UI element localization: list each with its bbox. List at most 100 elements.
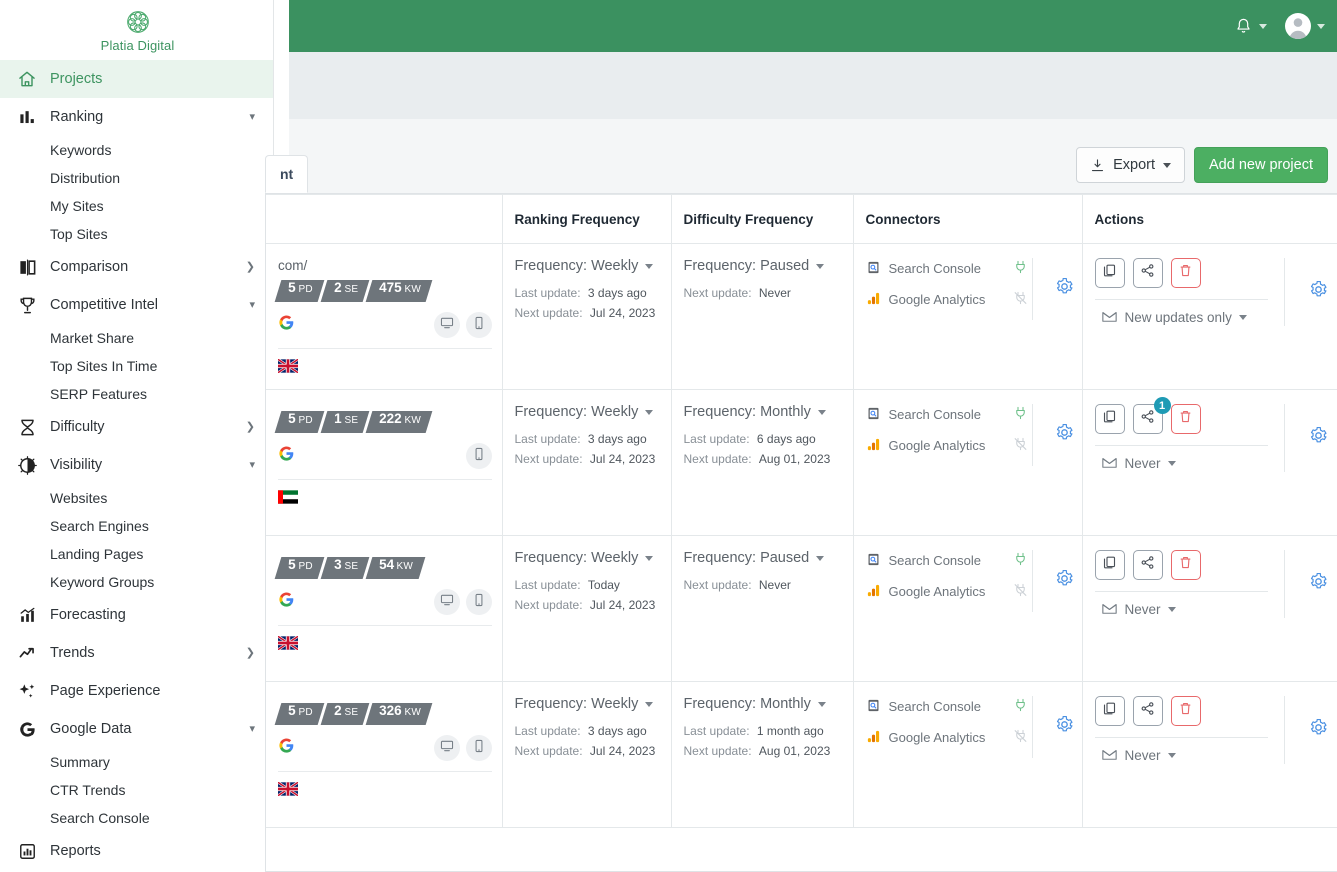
tab-project-management[interactable]: nt	[265, 155, 309, 193]
difficulty-frequency-dropdown[interactable]: Frequency: Monthly	[684, 404, 843, 420]
sidebar-subitem-keywords[interactable]: Keywords	[0, 136, 273, 164]
device-toggle-mobile[interactable]	[465, 443, 492, 469]
project-settings-button[interactable]	[1284, 258, 1328, 326]
sidebar-subitem-top-sites[interactable]: Top Sites	[0, 220, 273, 248]
plug-connected-icon[interactable]	[1013, 696, 1028, 717]
duplicate-project-button[interactable]	[1094, 258, 1125, 288]
app-logo[interactable]: Platia Digital	[0, 0, 273, 60]
connector-row[interactable]: Search Console	[866, 550, 1028, 571]
ranking-frequency-dropdown[interactable]: Frequency: Weekly	[515, 550, 661, 566]
device-toggle-mobile[interactable]	[465, 589, 492, 615]
connectors-settings-button[interactable]	[1031, 550, 1074, 612]
chevron-down-icon	[645, 555, 654, 561]
plug-connected-icon[interactable]	[1013, 550, 1028, 571]
device-toggle-desktop[interactable]	[433, 589, 460, 615]
device-toggle-desktop[interactable]	[433, 312, 460, 338]
notification-dropdown[interactable]: New updates only	[1095, 309, 1279, 326]
connectors-settings-button[interactable]	[1031, 258, 1074, 320]
device-toggle-mobile[interactable]	[465, 735, 492, 761]
sidebar-item-trends[interactable]: Trends ❯	[0, 634, 273, 672]
share-project-button[interactable]	[1132, 696, 1163, 726]
notifications-button[interactable]	[1234, 17, 1267, 36]
ranking-frequency-dropdown[interactable]: Frequency: Weekly	[515, 258, 661, 274]
sidebar-item-competitive-intel[interactable]: Competitive Intel ▾	[0, 286, 273, 324]
plug-disconnected-icon[interactable]	[1013, 435, 1028, 456]
actions-left: 1 Never	[1094, 397, 1279, 472]
sidebar-subitem-my-sites[interactable]: My Sites	[0, 192, 273, 220]
sidebar-subitem-summary[interactable]: Summary	[0, 748, 273, 776]
user-menu-button[interactable]	[1269, 13, 1325, 39]
duplicate-project-button[interactable]	[1094, 696, 1125, 726]
copy-icon	[1102, 701, 1117, 721]
connector-row[interactable]: Search Console	[866, 696, 1028, 717]
sidebar-subitem-ctr-trends[interactable]: CTR Trends	[0, 776, 273, 804]
notification-dropdown[interactable]: Never	[1095, 747, 1279, 764]
delete-project-button[interactable]	[1170, 258, 1201, 288]
duplicate-project-button[interactable]	[1094, 550, 1125, 580]
col-header-actions[interactable]: Actions	[1081, 194, 1337, 244]
sidebar-item-ranking[interactable]: Ranking ▾	[0, 98, 273, 136]
sidebar-subitem-search-console[interactable]: Search Console	[0, 804, 273, 832]
connectors-settings-button[interactable]	[1031, 696, 1074, 758]
difficulty-frequency-dropdown[interactable]: Frequency: Monthly	[684, 696, 843, 712]
device-toggle-mobile[interactable]	[465, 312, 492, 338]
difficulty-frequency-dropdown[interactable]: Frequency: Paused	[684, 550, 843, 566]
sidebar-subitem-landing-pages[interactable]: Landing Pages	[0, 540, 273, 568]
sidebar-subitem-search-engines[interactable]: Search Engines	[0, 512, 273, 540]
export-button[interactable]: Export	[1076, 147, 1186, 183]
difficulty-frequency-dropdown[interactable]: Frequency: Paused	[684, 258, 843, 274]
plug-connected-icon[interactable]	[1013, 258, 1028, 279]
chevron-right-icon: ❯	[245, 646, 255, 659]
delete-project-button[interactable]	[1170, 550, 1201, 580]
sidebar-item-difficulty[interactable]: Difficulty ❯	[0, 408, 273, 446]
connector-row[interactable]: Google Analytics	[866, 289, 1028, 310]
sidebar-item-reports[interactable]: Reports	[0, 832, 273, 870]
col-header-ranking-frequency[interactable]: Ranking Frequency	[501, 194, 671, 244]
ranking-frequency-dropdown[interactable]: Frequency: Weekly	[515, 696, 661, 712]
ranking-frequency-dropdown[interactable]: Frequency: Weekly	[515, 404, 661, 420]
device-toggle-desktop[interactable]	[433, 735, 460, 761]
plug-disconnected-icon[interactable]	[1013, 727, 1028, 748]
sidebar-subitem-distribution[interactable]: Distribution	[0, 164, 273, 192]
sidebar-item-google-data[interactable]: Google Data ▾	[0, 710, 273, 748]
sidebar-item-page-experience[interactable]: Page Experience	[0, 672, 273, 710]
sidebar-subitem-serp-features[interactable]: SERP Features	[0, 380, 273, 408]
delete-project-button[interactable]	[1170, 696, 1201, 726]
col-header-project[interactable]	[266, 194, 502, 244]
connector-row[interactable]: Google Analytics	[866, 727, 1028, 748]
connector-row[interactable]: Search Console	[866, 404, 1028, 425]
trophy-icon	[14, 294, 40, 316]
sidebar-item-comparison[interactable]: Comparison ❯	[0, 248, 273, 286]
plug-disconnected-icon[interactable]	[1013, 581, 1028, 602]
sidebar-subitem-market-share[interactable]: Market Share	[0, 324, 273, 352]
plug-disconnected-icon[interactable]	[1013, 289, 1028, 310]
sidebar-item-visibility[interactable]: Visibility ▾	[0, 446, 273, 484]
notification-dropdown[interactable]: Never	[1095, 601, 1279, 618]
connector-row[interactable]: Google Analytics	[866, 581, 1028, 602]
cell-project: 5 PD 2 SE 326 KW	[266, 681, 502, 828]
share-project-button[interactable]	[1132, 258, 1163, 288]
connectors-settings-button[interactable]	[1031, 404, 1074, 466]
duplicate-project-button[interactable]	[1094, 404, 1125, 434]
sidebar-subitem-keyword-groups[interactable]: Keyword Groups	[0, 568, 273, 596]
project-settings-button[interactable]	[1284, 550, 1328, 618]
connector-row[interactable]: Google Analytics	[866, 435, 1028, 456]
col-header-connectors[interactable]: Connectors	[852, 194, 1082, 244]
add-new-project-button[interactable]: Add new project	[1194, 147, 1328, 183]
col-header-difficulty-frequency[interactable]: Difficulty Frequency	[670, 194, 853, 244]
sidebar-item-projects[interactable]: Projects	[0, 60, 273, 98]
notification-dropdown[interactable]: Never	[1095, 455, 1279, 472]
metric-badge-unit: KW	[404, 284, 422, 295]
share-project-button[interactable]: 1	[1132, 397, 1171, 434]
sidebar-subitem-top-sites-in-time[interactable]: Top Sites In Time	[0, 352, 273, 380]
delete-project-button[interactable]	[1170, 404, 1201, 434]
sidebar-subitem-websites[interactable]: Websites	[0, 484, 273, 512]
share-project-button[interactable]	[1132, 550, 1163, 580]
connector-row[interactable]: Search Console	[866, 258, 1028, 279]
sidebar-item-forecasting[interactable]: Forecasting	[0, 596, 273, 634]
notification-label: New updates only	[1124, 310, 1232, 325]
project-settings-button[interactable]	[1284, 404, 1328, 472]
plug-connected-icon[interactable]	[1013, 404, 1028, 425]
project-settings-button[interactable]	[1284, 696, 1328, 764]
project-url[interactable]: com/	[278, 258, 492, 273]
